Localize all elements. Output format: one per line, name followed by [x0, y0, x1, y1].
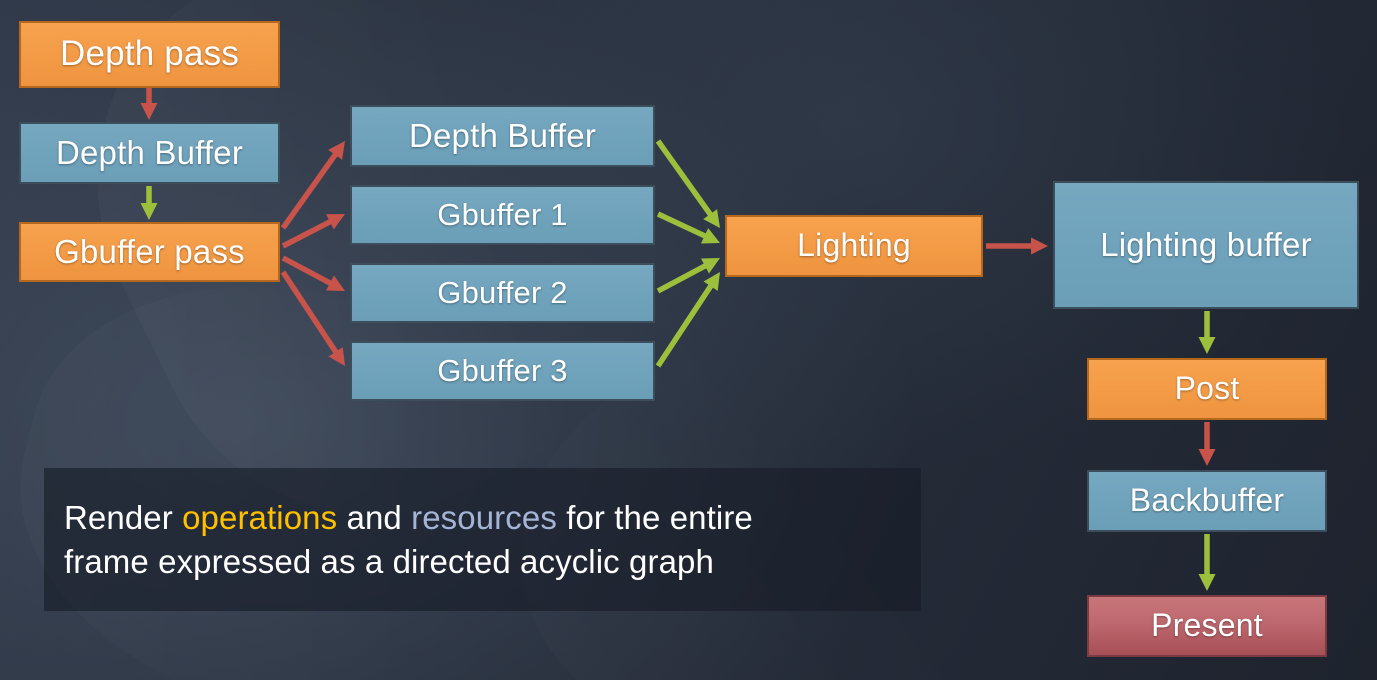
- arrow-depth-buffer-m-to-lighting: [655, 139, 720, 228]
- node-backbuffer[interactable]: Backbuffer: [1087, 470, 1327, 532]
- node-depth-buffer-m[interactable]: Depth Buffer: [350, 105, 655, 167]
- caption-panel: Render operations and resources for the …: [44, 468, 921, 611]
- node-label: Depth Buffer: [55, 133, 244, 171]
- arrow-gbuffer-pass-to-gbuffer-2: [281, 255, 345, 291]
- node-label: Depth Buffer: [408, 116, 597, 154]
- arrow-depth-pass-to-depth-buffer-l: [140, 88, 158, 120]
- arrow-lighting-buffer-to-post: [1198, 311, 1216, 354]
- arrow-gbuffer-2-to-lighting: [656, 258, 720, 294]
- arrow-gbuffer-pass-to-gbuffer-3: [280, 270, 345, 366]
- node-label: Gbuffer 2: [437, 274, 568, 310]
- node-lighting[interactable]: Lighting: [725, 215, 983, 277]
- caption-text-render: Render: [64, 498, 183, 536]
- render-graph-slide: Depth pass Depth Buffer Gbuffer pass Depth …: [0, 0, 1377, 680]
- node-gbuffer-1[interactable]: Gbuffer 1: [350, 185, 655, 245]
- caption-text-and: and: [337, 498, 412, 536]
- node-gbuffer-2[interactable]: Gbuffer 2: [350, 263, 655, 323]
- node-label: Post: [1174, 370, 1240, 407]
- caption-line-1: Render operations and resources for the …: [64, 496, 901, 540]
- node-depth-pass[interactable]: Depth pass: [19, 21, 280, 88]
- caption-line-2: frame expressed as a directed acyclic gr…: [64, 542, 714, 580]
- node-present[interactable]: Present: [1087, 595, 1327, 657]
- arrow-gbuffer-3-to-lighting: [655, 272, 720, 368]
- node-lighting-buffer[interactable]: Lighting buffer: [1053, 181, 1359, 309]
- node-label: Backbuffer: [1129, 482, 1285, 519]
- node-label: Lighting buffer: [1100, 225, 1312, 263]
- node-post[interactable]: Post: [1087, 358, 1327, 420]
- node-label: Gbuffer 3: [437, 352, 568, 388]
- arrow-depth-buffer-l-to-gbuffer-pass: [140, 186, 158, 220]
- node-gbuffer-3[interactable]: Gbuffer 3: [350, 341, 655, 401]
- arrow-gbuffer-pass-to-depth-buffer-m: [280, 141, 345, 230]
- arrow-post-to-backbuffer: [1198, 422, 1216, 466]
- node-label: Depth pass: [59, 34, 240, 74]
- arrow-backbuffer-to-present: [1198, 534, 1216, 591]
- node-depth-buffer-l[interactable]: Depth Buffer: [19, 122, 280, 184]
- node-label: Gbuffer 1: [437, 196, 568, 232]
- arrow-gbuffer-1-to-lighting: [656, 211, 720, 244]
- caption-text-for-the-entire: for the entire: [556, 498, 753, 536]
- caption-highlight-resources: resources: [411, 498, 557, 536]
- node-label: Gbuffer pass: [54, 232, 245, 270]
- node-label: Lighting: [797, 227, 911, 264]
- node-label: Present: [1151, 607, 1263, 644]
- arrow-lighting-to-lighting-buffer: [986, 237, 1048, 255]
- arrow-gbuffer-pass-to-gbuffer-1: [281, 214, 345, 249]
- node-gbuffer-pass[interactable]: Gbuffer pass: [19, 222, 280, 282]
- caption-highlight-operations: operations: [182, 498, 338, 536]
